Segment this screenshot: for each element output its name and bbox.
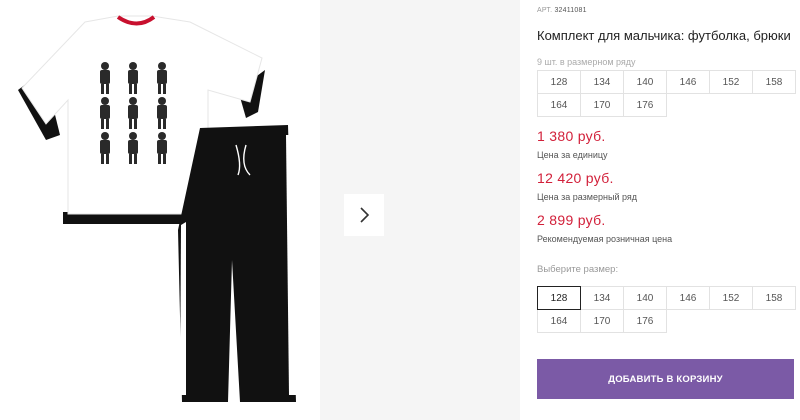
retail-price: 2 899 руб. [537, 212, 606, 228]
size-option[interactable]: 170 [580, 309, 624, 333]
chevron-right-icon [360, 207, 370, 223]
size-row-cell: 170 [580, 93, 624, 117]
row-price-label: Цена за размерный ряд [537, 192, 638, 202]
product-image [0, 0, 320, 420]
size-option-selected[interactable]: 128 [537, 286, 581, 310]
product-title: Комплект для мальчика: футболка, брюки [537, 28, 791, 43]
size-option[interactable]: 176 [623, 309, 667, 333]
row-price: 12 420 руб. [537, 170, 614, 186]
size-row-note: 9 шт. в размерном ряду [537, 57, 636, 67]
add-to-cart-button[interactable]: ДОБАВИТЬ В КОРЗИНУ [537, 359, 794, 399]
unit-price: 1 380 руб. [537, 128, 606, 144]
size-option[interactable]: 164 [537, 309, 581, 333]
unit-price-label: Цена за единицу [537, 150, 608, 160]
retail-price-label: Рекомендуемая розничная цена [537, 234, 673, 244]
size-row-grid: 128 134 140 146 152 158 164 170 176 [537, 70, 796, 117]
size-row-cell: 152 [709, 70, 753, 94]
size-row-cell: 176 [623, 93, 667, 117]
product-illustration [18, 15, 298, 402]
size-row-cell: 164 [537, 93, 581, 117]
article-label: АРТ. [537, 7, 553, 14]
size-row-cell: 146 [666, 70, 710, 94]
size-select-grid: 128 134 140 146 152 158 164 170 176 [537, 286, 796, 333]
size-option[interactable]: 134 [580, 286, 624, 310]
article-number: 32411081 [554, 7, 587, 14]
size-option[interactable]: 158 [752, 286, 796, 310]
size-option[interactable]: 140 [623, 286, 667, 310]
article: АРТ. 32411081 [537, 7, 587, 14]
size-row-cell: 134 [580, 70, 624, 94]
size-select-label: Выберите размер: [537, 264, 619, 275]
size-row-cell: 128 [537, 70, 581, 94]
size-option[interactable]: 152 [709, 286, 753, 310]
size-row-cell: 158 [752, 70, 796, 94]
product-info-panel: АРТ. 32411081 Комплект для мальчика: фут… [537, 0, 800, 420]
gallery-next-button[interactable] [344, 194, 384, 236]
size-option[interactable]: 146 [666, 286, 710, 310]
size-row-cell: 140 [623, 70, 667, 94]
